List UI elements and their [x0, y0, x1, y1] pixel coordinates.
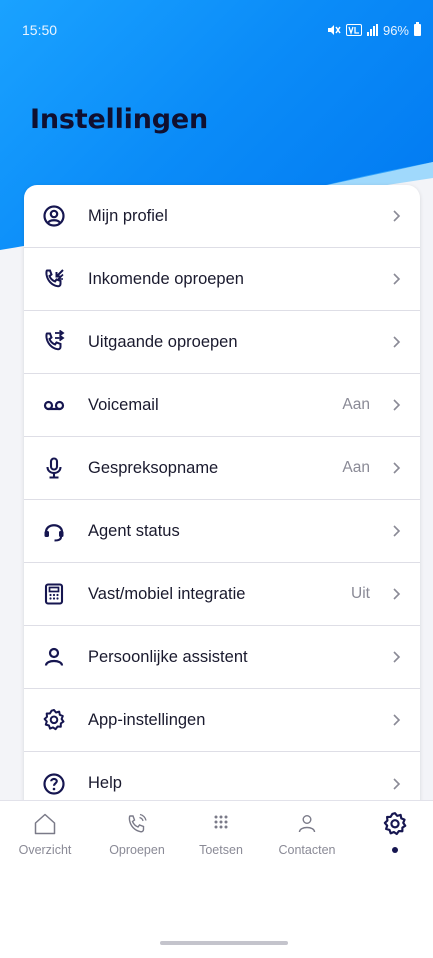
- headset-icon: [42, 519, 66, 543]
- settings-list: Mijn profiel Inkomende oproepen Uitgaand…: [24, 185, 420, 830]
- signal-icon: [366, 24, 378, 36]
- nav-item-label: Oproepen: [109, 843, 165, 857]
- battery-icon: [414, 22, 421, 36]
- microphone-icon: [42, 456, 66, 480]
- chevron-right-icon: [393, 714, 401, 726]
- settings-item-incoming-calls[interactable]: Inkomende oproepen: [24, 248, 420, 311]
- phone-icon: [128, 813, 147, 833]
- settings-item-profile[interactable]: Mijn profiel: [24, 185, 420, 248]
- settings-item-label: Inkomende oproepen: [88, 269, 244, 288]
- home-icon: [34, 813, 56, 835]
- home-indicator[interactable]: [160, 941, 288, 945]
- contacts-icon: [298, 814, 316, 833]
- active-indicator: [392, 847, 398, 853]
- settings-item-value: Aan: [342, 396, 370, 413]
- nav-item-overview[interactable]: Overzicht: [2, 801, 88, 871]
- settings-item-app-settings[interactable]: App-instellingen: [24, 689, 420, 752]
- settings-item-personal-assistant[interactable]: Persoonlijke assistent: [24, 626, 420, 689]
- profile-icon: [42, 204, 66, 228]
- chevron-right-icon: [393, 273, 401, 285]
- status-icons: 96%: [327, 22, 421, 38]
- settings-item-label: Help: [88, 774, 122, 792]
- settings-item-value: Aan: [342, 459, 370, 476]
- chevron-right-icon: [393, 525, 401, 537]
- volte-icon: [345, 24, 362, 36]
- settings-item-label: Persoonlijke assistent: [88, 647, 248, 666]
- bottom-navigation: Overzicht Oproepen Toetsen Contacten: [0, 800, 433, 958]
- battery-percent: 96%: [382, 22, 409, 38]
- nav-item-keypad[interactable]: Toetsen: [178, 801, 264, 871]
- settings-item-call-recording[interactable]: Gespreksopname Aan: [24, 437, 420, 500]
- settings-item-label: Agent status: [88, 521, 180, 540]
- nav-item-calls[interactable]: Oproepen: [94, 801, 180, 871]
- chevron-right-icon: [393, 336, 401, 348]
- chevron-right-icon: [393, 777, 401, 790]
- chevron-right-icon: [393, 399, 401, 411]
- status-bar: 15:50 96%: [0, 0, 433, 60]
- help-icon: [42, 772, 66, 796]
- settings-item-label: Gespreksopname: [88, 458, 219, 477]
- chevron-right-icon: [393, 651, 401, 663]
- desk-phone-icon: [42, 582, 66, 606]
- nav-item-label: Overzicht: [18, 843, 72, 857]
- chevron-right-icon: [393, 210, 401, 222]
- settings-item-outgoing-calls[interactable]: Uitgaande oproepen: [24, 311, 420, 374]
- nav-item-label: Contacten: [278, 843, 336, 857]
- settings-item-label: Vast/mobiel integratie: [88, 584, 246, 603]
- settings-item-label: Mijn profiel: [88, 206, 168, 225]
- settings-item-voicemail[interactable]: Voicemail Aan: [24, 374, 420, 437]
- chevron-right-icon: [393, 462, 401, 474]
- settings-item-agent-status[interactable]: Agent status: [24, 500, 420, 563]
- status-time: 15:50: [22, 22, 58, 38]
- outgoing-call-icon: [42, 330, 66, 354]
- gear-icon: [383, 812, 407, 836]
- keypad-icon: [214, 815, 228, 829]
- chevron-right-icon: [393, 588, 401, 600]
- voicemail-icon: [42, 393, 66, 417]
- settings-item-label: Voicemail: [88, 395, 159, 414]
- settings-item-label: App-instellingen: [88, 710, 206, 729]
- settings-item-label: Uitgaande oproepen: [88, 332, 238, 351]
- nav-item-label: Toetsen: [199, 843, 243, 857]
- person-icon: [42, 645, 66, 669]
- mute-icon: [327, 25, 341, 35]
- incoming-call-icon: [42, 267, 66, 291]
- nav-item-contacts[interactable]: Contacten: [264, 801, 350, 871]
- settings-item-fixed-mobile-integration[interactable]: Vast/mobiel integratie Uit: [24, 563, 420, 626]
- nav-item-settings[interactable]: [352, 801, 433, 871]
- gear-icon: [42, 708, 66, 732]
- page-title: Instellingen: [30, 104, 209, 135]
- settings-item-value: Uit: [351, 585, 370, 602]
